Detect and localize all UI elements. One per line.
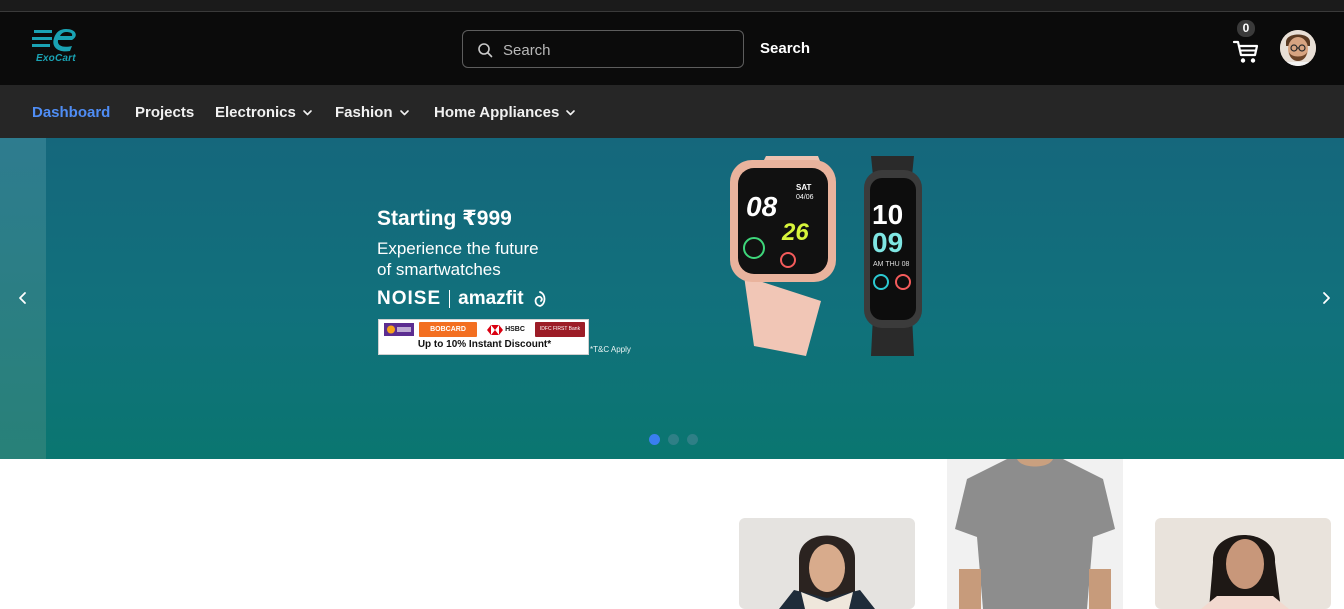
chevron-down-icon <box>399 110 409 116</box>
product-card-tshirt[interactable] <box>947 459 1123 609</box>
search-icon <box>478 43 493 58</box>
nav-item-projects[interactable]: Projects <box>135 104 194 121</box>
user-avatar[interactable] <box>1280 30 1316 66</box>
top-border <box>0 0 1344 12</box>
amazfit-mark-icon <box>534 291 545 307</box>
exocart-logo[interactable]: ExoCart <box>32 26 92 68</box>
bank-logos: BOBCARD HSBC IDFC FIRST Bank <box>383 322 586 337</box>
promo-subtitle-line: of smartwatches <box>377 260 501 279</box>
carousel-dot[interactable] <box>649 434 660 445</box>
carousel-indicators <box>649 434 698 445</box>
nav-item-home-appliances[interactable]: Home Appliances <box>434 104 576 121</box>
nav-item-label: Home Appliances <box>434 104 560 121</box>
bank-logo-bobcard: BOBCARD <box>419 322 477 337</box>
bank-offer-text: Up to 10% Instant Discount* <box>417 339 552 350</box>
nav-item-label: Electronics <box>215 104 296 121</box>
exocart-logo-mark <box>32 29 76 52</box>
promo-title: Starting ₹999 <box>377 207 512 230</box>
watch-day-text: SAT <box>796 183 812 192</box>
chevron-down-icon <box>566 110 576 116</box>
watch-date-text: 04/06 <box>796 194 814 201</box>
product-image <box>1155 518 1331 609</box>
main-nav: Dashboard Projects Electronics Fashion H… <box>0 85 1344 138</box>
watch-hour-text: 08 <box>746 191 778 222</box>
search-button[interactable]: Search <box>760 40 810 57</box>
promo-subtitle: Experience the future of smartwatches <box>377 238 597 280</box>
carousel-dot[interactable] <box>668 434 679 445</box>
smartwatch-product-image[interactable]: 08 26 SAT 04/06 10 09 AM THU 08 <box>726 156 926 356</box>
nav-item-fashion[interactable]: Fashion <box>335 104 410 121</box>
band-hour-text: 10 <box>872 199 903 230</box>
product-image <box>739 518 915 609</box>
chevron-down-icon <box>303 110 312 116</box>
carousel-dot[interactable] <box>687 434 698 445</box>
bank-offer-box: BOBCARD HSBC IDFC FIRST Bank Up to 10% I… <box>378 319 589 355</box>
nav-item-label: Fashion <box>335 104 393 121</box>
bank-logo-hsbc: HSBC <box>481 322 531 337</box>
logo-text: ExoCart <box>36 53 76 64</box>
bank-logo-1 <box>384 323 414 336</box>
promo-brands: NOISE amazfit <box>377 288 548 310</box>
cart-icon[interactable] <box>1232 38 1260 66</box>
bank-logo-idfc: IDFC FIRST Bank <box>535 322 585 337</box>
product-card-top[interactable] <box>1155 518 1331 609</box>
noise-logo: NOISE <box>377 288 442 309</box>
band-day-text: AM THU 08 <box>873 261 910 268</box>
nav-item-label: Dashboard <box>32 104 111 121</box>
amazfit-logo: amazfit <box>458 288 524 309</box>
header: ExoCart Search 0 <box>0 12 1344 85</box>
terms-note: *T&C Apply <box>590 345 631 354</box>
carousel-next-arrow-icon[interactable] <box>1318 290 1334 306</box>
hero-carousel: Starting ₹999 Experience the future of s… <box>0 138 1344 459</box>
brand-divider <box>449 290 451 308</box>
product-card-jacket[interactable] <box>739 518 915 609</box>
product-image <box>947 459 1123 609</box>
band-minute-text: 09 <box>872 227 903 258</box>
nav-item-dashboard[interactable]: Dashboard <box>32 104 110 121</box>
hsbc-label: HSBC <box>505 326 525 333</box>
carousel-prev-arrow-icon[interactable] <box>15 290 31 306</box>
watch-minute-text: 26 <box>781 219 809 246</box>
search-input[interactable] <box>503 39 733 61</box>
nav-item-label: Projects <box>135 104 195 121</box>
hsbc-hexagon-icon <box>487 324 504 335</box>
avatar-image <box>1280 30 1316 66</box>
promo-subtitle-line: Experience the future <box>377 239 539 258</box>
search-box <box>462 30 744 68</box>
nav-item-electronics[interactable]: Electronics <box>215 104 313 121</box>
cart-count-badge: 0 <box>1237 20 1255 37</box>
